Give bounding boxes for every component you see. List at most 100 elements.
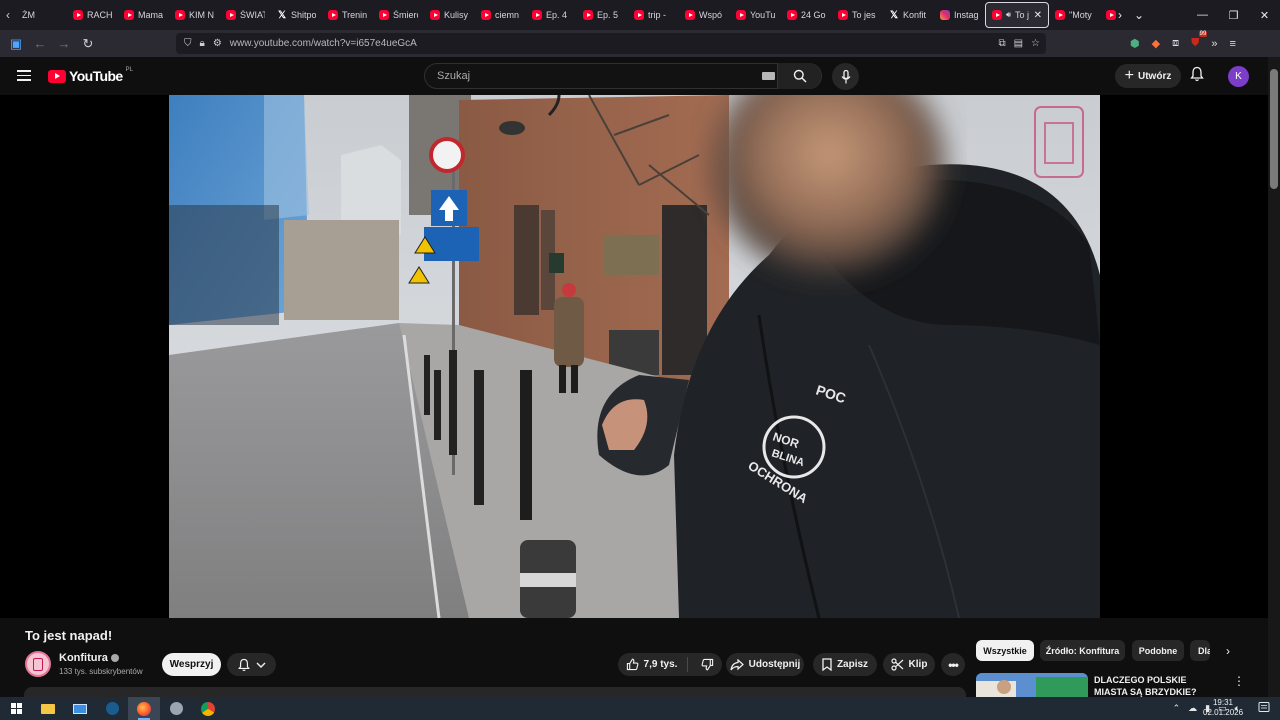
recommendation-thumbnail[interactable] [976,673,1088,697]
page-scrollbar[interactable] [1268,57,1280,697]
chip-for-you[interactable]: Dla [1190,640,1210,661]
subscriber-count: 133 tys. subskrybentów [59,667,143,676]
channel-avatar[interactable] [25,651,51,677]
video-player[interactable]: POC NOR BLINA OCHRONA [0,95,1268,618]
scrollbar-thumb[interactable] [1270,69,1278,189]
browser-tab[interactable]: Ep. 4 [526,2,577,28]
like-count: 7,9 tys. [643,659,678,670]
browser-tab[interactable]: Wspó [679,2,730,28]
recommendation-title[interactable]: DLACZEGO POLSKIE MIASTA SĄ BRZYDKIE? [1094,674,1220,697]
browser-tab[interactable]: Jak St [1100,2,1116,28]
browser-tab[interactable]: 𝕏 Shitpo [271,2,322,28]
channel-name: Konfitura [59,652,108,664]
shield-extension-icon[interactable]: ⬢ [1130,37,1140,50]
reload-button[interactable]: ↻ [76,30,100,57]
scissors-icon [890,658,903,671]
steam-icon[interactable] [96,697,128,720]
video-title: To jest napad! [25,628,113,643]
reader-mode-icon[interactable]: ▤ [1014,38,1023,49]
search-input[interactable] [425,70,745,82]
youtube-icon [1106,10,1116,20]
browser-tab[interactable]: "Moty [1049,2,1100,28]
more-vertical-icon[interactable]: ⋮ [1233,674,1245,688]
file-explorer-icon[interactable] [32,697,64,720]
menu-icon[interactable] [17,70,31,81]
browser-tab[interactable]: ŚWIAT [220,2,271,28]
chip-all[interactable]: Wszystkie [976,640,1034,661]
browser-tab[interactable]: Kulisy [424,2,475,28]
keyboard-icon[interactable] [762,72,775,80]
browser-tab[interactable]: RACH [67,2,118,28]
tab-list-dropdown-button[interactable]: ⌄ [1134,8,1144,22]
tab-label: Shitpo [291,10,316,20]
tab-scroll-right-button[interactable]: › [1118,8,1122,22]
game-app-icon[interactable] [160,697,192,720]
chip-source[interactable]: Źródło: Konfitura [1040,640,1125,661]
taskbar-clock[interactable]: 19:31 02.01.2026 [1203,697,1243,720]
notifications-button[interactable] [1190,66,1204,87]
url-bar[interactable]: ⛉ 🔒︎ ⚙︎ www.youtube.com/watch?v=i657e4ue… [176,33,1046,54]
browser-tab[interactable]: KIM N [169,2,220,28]
browser-tab[interactable]: trip - [628,2,679,28]
sidebar-toggle-button[interactable]: ▣ [4,30,28,57]
youtube-logo[interactable]: YouTube PL [48,67,133,84]
description-box[interactable] [24,687,966,697]
account-avatar[interactable]: K [1228,66,1249,87]
region-code: PL [125,67,133,73]
browser-tab[interactable]: 𝕏 Konfit [883,2,934,28]
picture-in-picture-icon[interactable]: ⧉ [998,38,1005,49]
speaker-icon[interactable]: 🔊︎ [1006,10,1011,20]
browser-tab[interactable]: 24 Go [781,2,832,28]
video-frame[interactable]: POC NOR BLINA OCHRONA [169,95,1100,618]
create-button[interactable]: + Utwórz [1115,64,1181,88]
extensions-icon[interactable]: ⧈ [1172,37,1179,50]
minimize-button[interactable]: — [1187,0,1218,30]
save-button[interactable]: Zapisz [813,653,877,676]
tab-scroll-left-button[interactable]: ‹ [0,0,16,30]
start-button[interactable] [0,697,32,720]
close-window-button[interactable]: ✕ [1249,0,1280,30]
shield-icon: ⛉ [184,38,192,49]
browser-tab[interactable]: ciemn [475,2,526,28]
share-button[interactable]: Udostępnij [726,653,804,676]
close-tab-icon[interactable]: ✕ [1034,10,1042,21]
chrome-icon[interactable] [192,697,224,720]
browser-tab[interactable]: Trenin [322,2,373,28]
tab-strip: ‹ ŻM RACH Mama KIM N ŚWIAT 𝕏 Shitpo Trenin Śmier… [0,0,1280,30]
subscription-notifications-button[interactable] [227,653,276,676]
more-actions-button[interactable]: ••• [941,653,965,676]
ublock-extension-icon[interactable]: ⛊ 99 [1191,31,1208,50]
support-button[interactable]: Wesprzyj [162,653,221,676]
browser-tab[interactable]: Ep. 5 [577,2,628,28]
tab-label: RACH [87,10,112,20]
monitor-app-icon[interactable] [64,697,96,720]
clip-button[interactable]: Klip [883,653,935,676]
onedrive-icon[interactable]: ☁ [1188,703,1197,714]
dislike-button[interactable] [693,658,714,671]
app-menu-icon[interactable]: ≡ [1229,38,1235,50]
youtube-icon [992,10,1002,20]
plus-icon: + [1124,67,1134,84]
bookmark-star-icon[interactable]: ☆ [1031,38,1040,49]
back-button[interactable]: ← [28,30,52,57]
browser-tab[interactable]: ŻM [16,2,67,28]
fox-extension-icon[interactable]: ◆ [1152,37,1160,50]
browser-tab[interactable]: Mama [118,2,169,28]
chevron-up-icon[interactable]: ⌃ [1173,703,1181,714]
search-button[interactable] [777,63,821,89]
channel-name-link[interactable]: Konfitura [59,652,119,664]
notifications-center-icon[interactable] [1258,701,1270,713]
chip-similar[interactable]: Podobne [1132,640,1184,661]
browser-tab[interactable]: Śmierć [373,2,424,28]
forward-button[interactable]: → [52,30,76,57]
restore-button[interactable]: ❐ [1218,0,1249,30]
overflow-menu-icon[interactable]: » [1211,38,1217,50]
browser-tab[interactable]: To jes [832,2,883,28]
firefox-icon[interactable] [128,697,160,720]
browser-tab[interactable]: YouTu [730,2,781,28]
voice-search-button[interactable] [832,63,859,90]
browser-tab[interactable]: Instag [934,2,985,28]
chevron-right-icon[interactable]: › [1218,640,1238,661]
like-button[interactable]: 7,9 tys. [626,657,689,672]
tab-active[interactable]: 🔊︎ To j ✕ [985,2,1049,28]
